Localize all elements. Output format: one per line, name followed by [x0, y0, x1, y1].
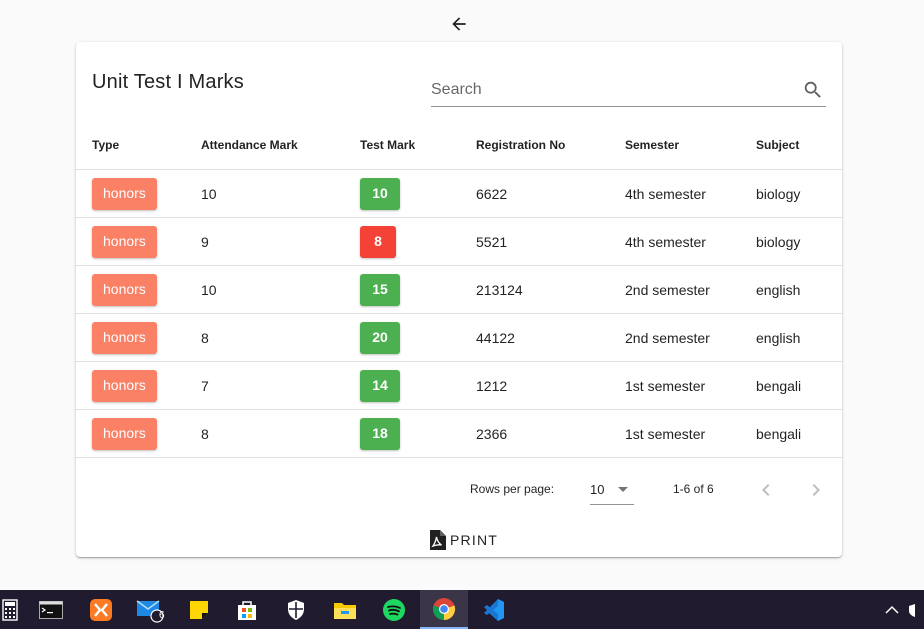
semester-cell: 1st semester [625, 409, 756, 458]
test-mark-chip: 15 [360, 273, 400, 306]
table-row[interactable]: honors 10 15 213124 2nd semester english [76, 265, 842, 314]
subject-cell: biology [756, 217, 842, 266]
column-header-attendance[interactable]: Attendance Mark [201, 121, 360, 170]
registration-cell: 44122 [476, 313, 625, 362]
pagination-range: 1-6 of 6 [673, 482, 714, 496]
chevron-left-icon[interactable] [754, 478, 778, 502]
semester-cell: 2nd semester [625, 265, 756, 314]
marks-table: Type Attendance Mark Test Mark Registrat… [76, 121, 842, 458]
type-chip: honors [92, 321, 157, 354]
print-button[interactable]: PRINT [424, 526, 502, 554]
registration-cell: 2366 [476, 409, 625, 458]
store-icon [238, 600, 256, 620]
spotify-icon [383, 598, 405, 621]
taskbar-vscode[interactable] [469, 590, 517, 629]
arrow-left-icon [452, 17, 466, 31]
registration-cell: 1212 [476, 361, 625, 410]
taskbar: 6 [0, 590, 924, 629]
table-row[interactable]: honors 8 18 2366 1st semester bengali [76, 409, 842, 458]
rows-per-page-select[interactable]: 10 [590, 474, 634, 505]
attendance-cell: 10 [201, 169, 360, 218]
back-button[interactable] [446, 11, 472, 37]
tray-security-icon [909, 603, 915, 617]
subject-cell: english [756, 313, 842, 362]
taskbar-store[interactable] [223, 590, 271, 629]
taskbar-security[interactable] [272, 590, 320, 629]
search-field[interactable] [431, 76, 826, 107]
pagination-bar: Rows per page: 10 1-6 of 6 [76, 460, 842, 516]
chevron-right-icon[interactable] [804, 478, 828, 502]
attendance-cell: 7 [201, 361, 360, 410]
rows-per-page-value: 10 [590, 482, 605, 497]
tray-overflow[interactable] [876, 590, 924, 629]
xampp-icon [90, 598, 112, 621]
subject-cell: bengali [756, 361, 842, 410]
mail-badge: 6 [159, 610, 165, 621]
registration-cell: 6622 [476, 169, 625, 218]
rows-per-page-label: Rows per page: [470, 482, 555, 496]
table-row[interactable]: honors 8 20 44122 2nd semester english [76, 313, 842, 362]
type-chip: honors [92, 417, 157, 450]
attendance-cell: 8 [201, 313, 360, 362]
table-header-row: Type Attendance Mark Test Mark Registrat… [76, 121, 842, 170]
taskbar-file-explorer[interactable] [321, 590, 369, 629]
semester-cell: 1st semester [625, 361, 756, 410]
taskbar-terminal[interactable] [27, 590, 75, 629]
caret-down-icon [618, 487, 628, 492]
taskbar-xampp[interactable] [77, 590, 125, 629]
chevron-up-icon [885, 605, 899, 614]
subject-cell: biology [756, 169, 842, 218]
semester-cell: 4th semester [625, 217, 756, 266]
test-mark-chip: 18 [360, 417, 400, 450]
taskbar-mail[interactable]: 6 [126, 590, 174, 629]
attendance-cell: 9 [201, 217, 360, 266]
type-chip: honors [92, 273, 157, 306]
terminal-icon [39, 600, 63, 619]
sticky-notes-icon [190, 600, 208, 619]
taskbar-sticky-notes[interactable] [175, 590, 223, 629]
column-header-test-mark[interactable]: Test Mark [360, 121, 476, 170]
column-header-type[interactable]: Type [76, 121, 201, 170]
taskbar-chrome[interactable] [420, 590, 468, 629]
test-mark-chip: 8 [360, 225, 396, 258]
page-title: Unit Test I Marks [92, 71, 244, 93]
attendance-cell: 10 [201, 265, 360, 314]
marks-card: Unit Test I Marks Type Attendance Mark T… [76, 42, 842, 557]
search-input[interactable] [431, 76, 791, 104]
registration-cell: 213124 [476, 265, 625, 314]
column-header-subject[interactable]: Subject [756, 121, 842, 170]
search-icon[interactable] [802, 79, 824, 101]
print-label: PRINT [450, 532, 498, 548]
calculator-icon [2, 598, 18, 621]
type-chip: honors [92, 225, 157, 258]
type-chip: honors [92, 177, 157, 210]
registration-cell: 5521 [476, 217, 625, 266]
attendance-cell: 8 [201, 409, 360, 458]
test-mark-chip: 14 [360, 369, 400, 402]
subject-cell: english [756, 265, 842, 314]
type-chip: honors [92, 369, 157, 402]
test-mark-chip: 20 [360, 321, 400, 354]
column-header-semester[interactable]: Semester [625, 121, 756, 170]
security-icon [288, 599, 304, 620]
vscode-icon [484, 598, 504, 621]
file-explorer-icon [334, 602, 356, 619]
table-row[interactable]: honors 7 14 1212 1st semester bengali [76, 361, 842, 410]
test-mark-chip: 10 [360, 177, 400, 210]
subject-cell: bengali [756, 409, 842, 458]
taskbar-spotify[interactable] [370, 590, 418, 629]
semester-cell: 4th semester [625, 169, 756, 218]
column-header-registration[interactable]: Registration No [476, 121, 625, 170]
pdf-icon [430, 530, 446, 550]
chrome-icon [432, 597, 456, 620]
table-row[interactable]: honors 9 8 5521 4th semester biology [76, 217, 842, 266]
semester-cell: 2nd semester [625, 313, 756, 362]
table-row[interactable]: honors 10 10 6622 4th semester biology [76, 169, 842, 218]
